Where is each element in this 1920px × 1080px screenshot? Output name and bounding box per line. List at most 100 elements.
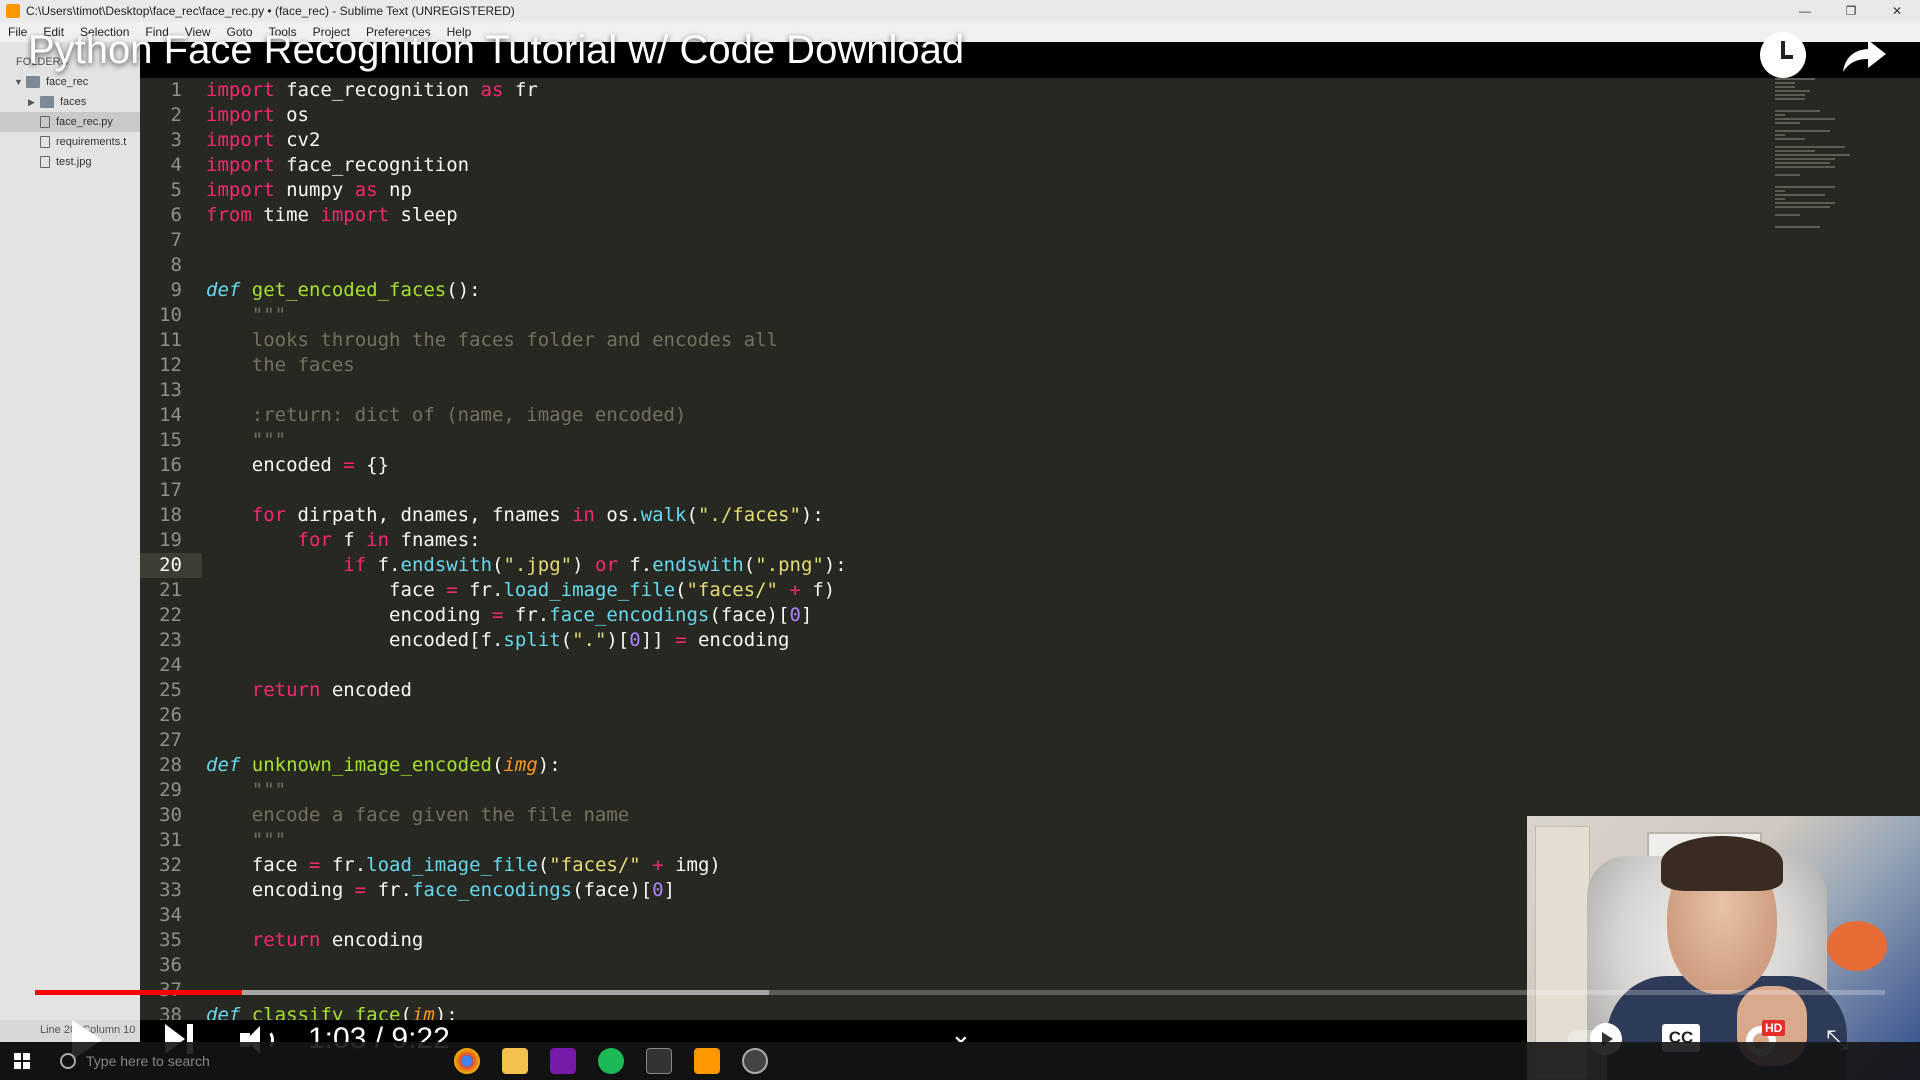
code-token: import	[206, 129, 275, 151]
line-number: 16	[159, 454, 182, 476]
code-text: encoded[f.split(".")[0]] = encoding	[206, 628, 789, 653]
minimap-line	[1775, 190, 1785, 192]
sidebar-item-faces-folder[interactable]: ▶ faces	[0, 92, 140, 112]
code-token: encoded	[320, 679, 412, 701]
code-token: ):	[800, 504, 824, 526]
line-number: 20	[159, 554, 182, 576]
code-token: import	[320, 204, 390, 226]
menu-file[interactable]: File	[8, 25, 27, 39]
code-token: img)	[663, 854, 721, 876]
window-controls: — ❐ ✕	[1782, 0, 1920, 22]
code-token: +	[652, 854, 664, 876]
line-number: 19	[159, 529, 182, 551]
minimap-line	[1775, 166, 1835, 168]
code-token: (	[537, 854, 550, 876]
code-token: for	[297, 529, 332, 551]
code-text: import os	[206, 103, 309, 128]
code-token: endswith	[400, 554, 493, 576]
docstring: """	[206, 829, 287, 851]
line-number: 25	[159, 679, 182, 701]
minimize-button[interactable]: —	[1782, 0, 1828, 22]
code-token: ):	[537, 754, 561, 776]
code-token: import	[206, 104, 275, 126]
code-token: os.	[594, 504, 641, 526]
code-token: =	[675, 629, 687, 651]
code-text: face = fr.load_image_file("faces/" + img…	[206, 853, 721, 878]
code-token: =	[354, 879, 367, 901]
line-number: 17	[159, 479, 182, 501]
docstring: encode a face given the file name	[206, 804, 630, 826]
sidebar-item-face-rec-folder[interactable]: ▼ face_rec	[0, 72, 140, 92]
minimap-line	[1775, 146, 1845, 148]
code-token: img	[503, 754, 538, 776]
code-token: encoded[f.	[206, 629, 504, 651]
file-explorer-icon[interactable]	[502, 1048, 528, 1074]
code-token: face	[206, 579, 447, 601]
code-token: (	[743, 554, 756, 576]
code-token: face_encodings	[549, 604, 710, 626]
code-text: the faces	[206, 353, 355, 378]
minimap-line	[1775, 158, 1835, 160]
taskbar-search-input[interactable]: Type here to search	[56, 1048, 376, 1074]
minimap[interactable]	[1775, 78, 1875, 258]
obs-icon[interactable]	[742, 1048, 768, 1074]
sidebar-item-test-jpg[interactable]: test.jpg	[0, 152, 140, 172]
folder-open-icon	[26, 76, 40, 88]
code-text: def unknown_image_encoded(img):	[206, 753, 561, 778]
code-token: "."	[572, 629, 607, 651]
line-number: 11	[159, 329, 182, 351]
code-token: encoding	[206, 879, 355, 901]
line-number: 3	[170, 129, 182, 151]
sidebar-item-label: face_rec.py	[56, 116, 113, 128]
sidebar-item-requirements[interactable]: requirements.t	[0, 132, 140, 152]
watch-later-clock-icon[interactable]	[1760, 32, 1806, 78]
code-token: f	[331, 529, 367, 551]
video-title[interactable]: Python Face Recognition Tutorial w/ Code…	[28, 28, 964, 73]
docstring: the faces	[206, 354, 355, 376]
minimap-line	[1775, 82, 1795, 84]
minimap-line	[1775, 162, 1830, 164]
code-text: from time import sleep	[206, 203, 458, 228]
spotify-icon[interactable]	[598, 1048, 624, 1074]
code-token: endswith	[652, 554, 744, 576]
progress-bar-played[interactable]	[35, 990, 243, 995]
code-token: from	[206, 204, 252, 226]
line-number: 13	[159, 379, 182, 401]
code-token: sleep	[389, 204, 458, 226]
close-button[interactable]: ✕	[1874, 0, 1920, 22]
code-token: {}	[354, 454, 390, 476]
maximize-button[interactable]: ❐	[1828, 0, 1874, 22]
code-token: ]	[663, 879, 676, 901]
line-number: 29	[159, 779, 182, 801]
chrome-icon[interactable]	[454, 1048, 480, 1074]
windows-start-icon[interactable]	[14, 1053, 30, 1069]
code-token: (	[492, 754, 504, 776]
minimap-line	[1775, 154, 1850, 156]
code-token: load_image_file	[366, 854, 538, 876]
code-token: fnames:	[389, 529, 481, 551]
docstring: """	[206, 429, 287, 451]
code-text: return encoded	[206, 678, 412, 703]
code-text: encoded = {}	[206, 453, 389, 478]
terminal-icon[interactable]	[646, 1048, 672, 1074]
sublime-text-icon[interactable]	[694, 1048, 720, 1074]
sidebar: FOLDERS ▼ face_rec ▶ faces face_rec.py r…	[0, 42, 140, 1020]
docstring: looks through the faces folder and encod…	[206, 329, 778, 351]
sidebar-item-face-rec-py[interactable]: face_rec.py	[0, 112, 140, 132]
code-token: dirpath, dnames, fnames	[286, 504, 573, 526]
minimap-line	[1775, 150, 1815, 152]
line-number: 35	[159, 929, 182, 951]
line-number: 14	[159, 404, 182, 426]
line-number: 9	[170, 279, 182, 301]
minimap-line	[1775, 214, 1800, 216]
docstring: """	[206, 304, 287, 326]
window-title: C:\Users\timot\Desktop\face_rec\face_rec…	[26, 4, 515, 18]
code-text: import cv2	[206, 128, 320, 153]
share-arrow-icon[interactable]	[1840, 36, 1890, 76]
code-token: os	[274, 104, 309, 126]
code-token: (face)[	[709, 604, 790, 626]
onenote-icon[interactable]	[550, 1048, 576, 1074]
code-token: 0	[789, 604, 801, 626]
code-token: return	[251, 929, 321, 951]
